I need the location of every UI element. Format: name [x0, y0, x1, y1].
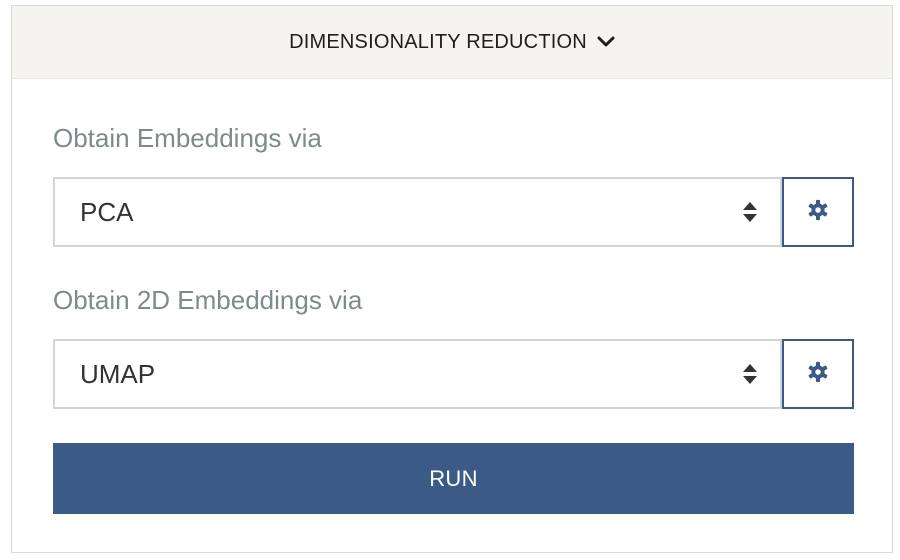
select-arrows-icon: [742, 201, 758, 223]
chevron-down-icon: [597, 36, 615, 48]
embeddings-2d-method-row: UMAP: [53, 339, 854, 409]
gear-icon: [807, 361, 829, 388]
select-arrows-icon: [742, 363, 758, 385]
embeddings-2d-settings-button[interactable]: [782, 339, 854, 409]
run-button[interactable]: RUN: [53, 443, 854, 514]
embeddings-method-select[interactable]: PCA: [53, 177, 782, 247]
panel-title: DIMENSIONALITY REDUCTION: [289, 30, 587, 53]
embeddings-method-label: Obtain Embeddings via: [53, 123, 322, 153]
embeddings-method-value: PCA: [80, 196, 134, 227]
dimensionality-reduction-panel: DIMENSIONALITY REDUCTION Obtain Embeddin…: [11, 5, 893, 553]
gear-icon: [807, 199, 829, 226]
embeddings-2d-method-value: UMAP: [80, 358, 156, 389]
embeddings-2d-method-label: Obtain 2D Embeddings via: [53, 285, 363, 315]
embeddings-2d-method-select[interactable]: UMAP: [53, 339, 782, 409]
embeddings-settings-button[interactable]: [782, 177, 854, 247]
embeddings-method-row: PCA: [53, 177, 854, 247]
panel-header-toggle[interactable]: DIMENSIONALITY REDUCTION: [12, 6, 892, 79]
